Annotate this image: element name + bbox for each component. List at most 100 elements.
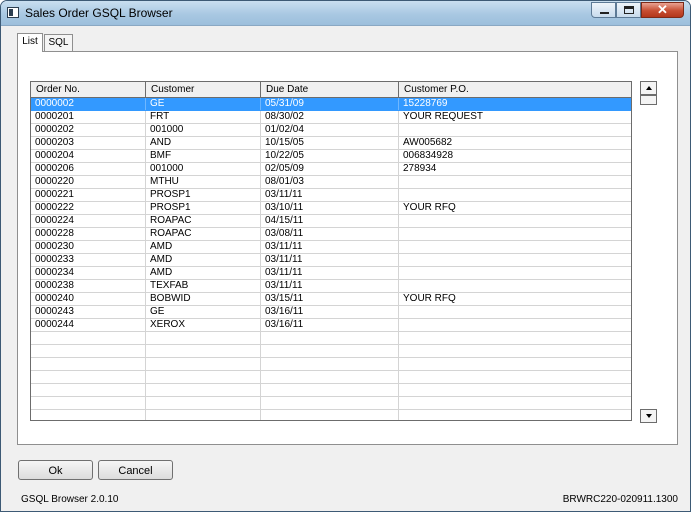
cell-customer-po: [399, 280, 631, 292]
cell-customer-po: [399, 176, 631, 188]
vertical-scrollbar[interactable]: [640, 81, 657, 423]
maximize-button[interactable]: [616, 2, 641, 18]
cell-customer-po: YOUR REQUEST: [403, 111, 484, 122]
table-row[interactable]: 0000244 XEROX 03/16/11: [31, 319, 631, 332]
table-row[interactable]: 0000206 001000 02/05/09 278934: [31, 163, 631, 176]
minimize-button[interactable]: [591, 2, 616, 18]
column-header-customer-po[interactable]: Customer P.O.: [399, 82, 631, 97]
cell-customer-po: [399, 345, 631, 357]
table-row[interactable]: 0000202 001000 01/02/04: [31, 124, 631, 137]
cell-customer: PROSP1: [146, 189, 261, 201]
cell-customer-po: [399, 319, 631, 331]
orders-grid[interactable]: Order No. Customer Due Date Customer P.O…: [30, 81, 632, 421]
cell-due-date: 05/31/09: [261, 98, 399, 110]
cell-due-date: [261, 384, 399, 396]
title-bar[interactable]: Sales Order GSQL Browser ✕: [1, 1, 690, 26]
table-row[interactable]: [31, 384, 631, 397]
cell-customer: PROSP1: [146, 202, 261, 214]
table-row[interactable]: 0000240 BOBWID 03/15/11 YOUR RFQ: [31, 293, 631, 306]
table-row[interactable]: 0000222 PROSP1 03/10/11 YOUR RFQ: [31, 202, 631, 215]
cancel-button[interactable]: Cancel: [98, 460, 173, 480]
scroll-down-button[interactable]: [640, 409, 657, 423]
cell-customer: [146, 410, 261, 420]
table-row[interactable]: 0000002 GE 05/31/09 15228769: [31, 98, 631, 111]
cell-customer-po: [399, 306, 631, 318]
cell-customer-po: [399, 228, 631, 240]
table-row[interactable]: 0000230 AMD 03/11/11: [31, 241, 631, 254]
cell-customer: 001000: [146, 163, 261, 175]
grid-header: Order No. Customer Due Date Customer P.O…: [31, 82, 631, 98]
cell-due-date: 03/11/11: [261, 189, 399, 201]
cell-due-date: 02/05/09: [261, 163, 399, 175]
cell-order-no: 0000243: [31, 306, 146, 318]
cell-customer: [146, 332, 261, 344]
cell-customer-po: [399, 384, 631, 396]
caption-buttons: ✕: [591, 2, 684, 19]
table-row[interactable]: 0000221 PROSP1 03/11/11: [31, 189, 631, 202]
cell-due-date: 03/15/11: [261, 293, 399, 305]
cell-customer: AMD: [146, 254, 261, 266]
cell-customer-po: 278934: [403, 163, 437, 174]
ok-button[interactable]: Ok: [18, 460, 93, 480]
cell-due-date: 10/15/05: [261, 137, 399, 149]
cell-customer-po: [399, 358, 631, 370]
column-header-due-date[interactable]: Due Date: [261, 82, 399, 97]
table-row[interactable]: 0000204 BMF 10/22/05 006834928: [31, 150, 631, 163]
table-row[interactable]: 0000233 AMD 03/11/11: [31, 254, 631, 267]
cell-order-no: 0000220: [31, 176, 146, 188]
table-row[interactable]: [31, 371, 631, 384]
cell-customer-po: YOUR RFQ: [403, 293, 456, 304]
app-window: Sales Order GSQL Browser ✕ List SQL Orde…: [0, 0, 691, 512]
cell-customer-po: [399, 124, 631, 136]
tab-sql[interactable]: SQL: [44, 34, 73, 51]
cell-order-no: [31, 410, 146, 420]
cell-order-no: [31, 397, 146, 409]
tab-list[interactable]: List: [17, 33, 43, 52]
cell-due-date: [261, 332, 399, 344]
table-row[interactable]: [31, 410, 631, 420]
cell-due-date: [261, 358, 399, 370]
cell-customer-po: AW005682: [403, 137, 453, 148]
cell-customer-po: [399, 410, 631, 420]
table-row[interactable]: [31, 397, 631, 410]
table-row[interactable]: 0000234 AMD 03/11/11: [31, 267, 631, 280]
table-row[interactable]: 0000238 TEXFAB 03/11/11: [31, 280, 631, 293]
cell-order-no: [31, 332, 146, 344]
scroll-thumb[interactable]: [640, 95, 657, 105]
table-row[interactable]: 0000203 AND 10/15/05 AW005682: [31, 137, 631, 150]
table-row[interactable]: [31, 358, 631, 371]
cell-customer-po: [399, 332, 631, 344]
table-row[interactable]: 0000243 GE 03/16/11: [31, 306, 631, 319]
scroll-up-button[interactable]: [640, 81, 657, 95]
cell-customer: BOBWID: [146, 293, 261, 305]
column-header-order-no[interactable]: Order No.: [31, 82, 146, 97]
column-header-customer[interactable]: Customer: [146, 82, 261, 97]
cell-order-no: 0000233: [31, 254, 146, 266]
table-row[interactable]: [31, 345, 631, 358]
cell-customer: [146, 345, 261, 357]
cell-customer-po: [399, 371, 631, 383]
cell-customer: [146, 397, 261, 409]
table-row[interactable]: 0000201 FRT 08/30/02 YOUR REQUEST: [31, 111, 631, 124]
cell-due-date: [261, 397, 399, 409]
window-title: Sales Order GSQL Browser: [25, 6, 173, 20]
table-row[interactable]: 0000220 MTHU 08/01/03: [31, 176, 631, 189]
cell-customer-po: [399, 241, 631, 253]
cell-customer: AND: [146, 137, 261, 149]
cell-customer: XEROX: [146, 319, 261, 331]
table-row[interactable]: 0000224 ROAPAC 04/15/11: [31, 215, 631, 228]
cell-due-date: 01/02/04: [261, 124, 399, 136]
cell-order-no: 0000244: [31, 319, 146, 331]
table-row[interactable]: 0000228 ROAPAC 03/08/11: [31, 228, 631, 241]
cell-customer-po: YOUR RFQ: [403, 202, 456, 213]
cell-customer-po: [399, 189, 631, 201]
cell-customer-po: [399, 254, 631, 266]
cell-order-no: 0000002: [31, 98, 146, 110]
close-button[interactable]: ✕: [641, 2, 684, 18]
cell-customer: GE: [146, 98, 261, 110]
cell-customer: FRT: [146, 111, 261, 123]
close-icon: ✕: [657, 2, 668, 17]
cell-order-no: 0000203: [31, 137, 146, 149]
table-row[interactable]: [31, 332, 631, 345]
cell-due-date: 03/16/11: [261, 319, 399, 331]
